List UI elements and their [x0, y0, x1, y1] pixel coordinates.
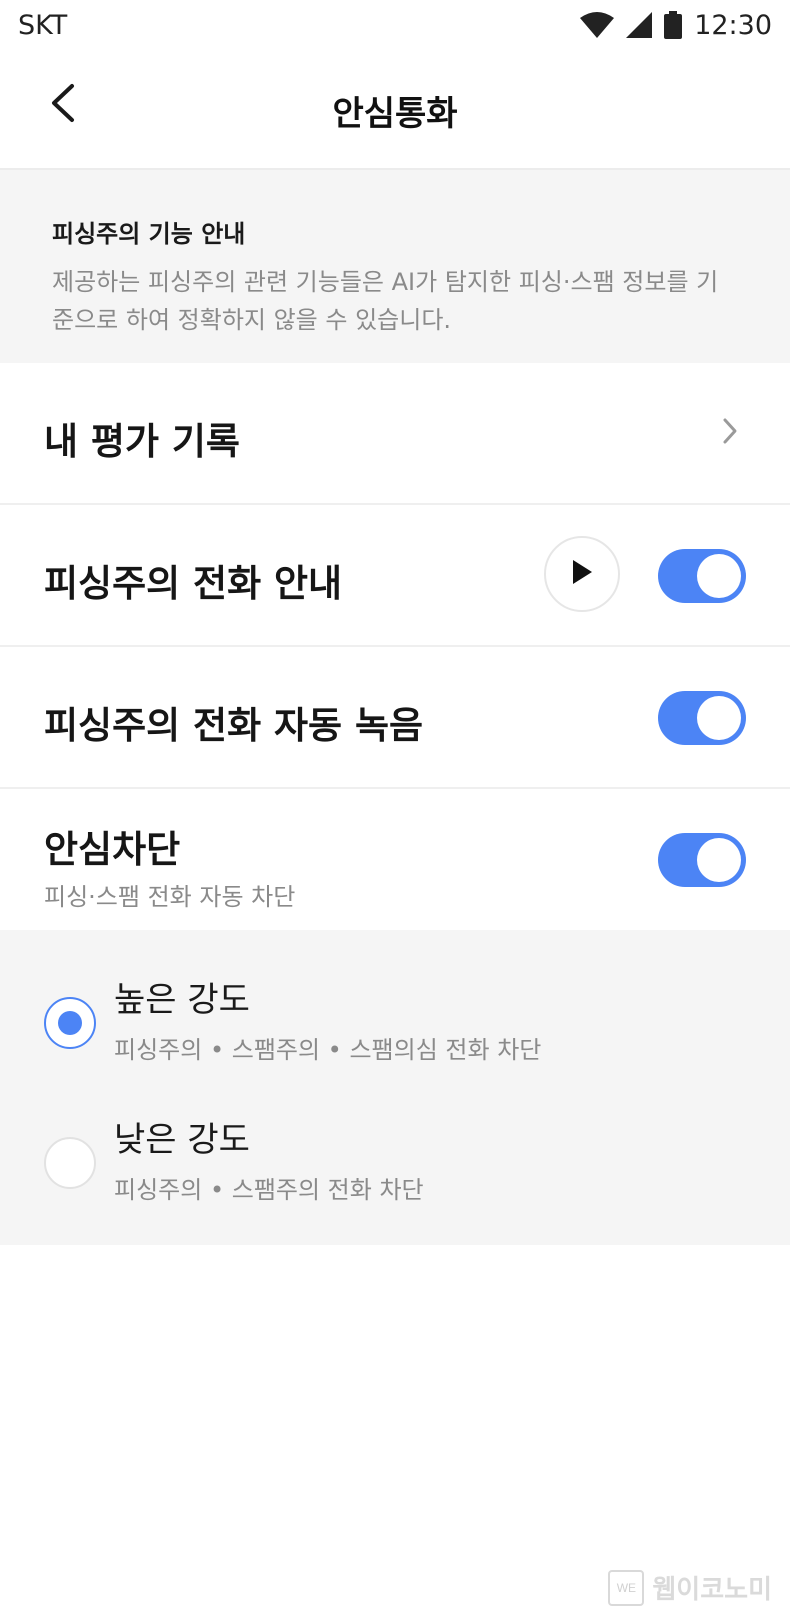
safe-block-label: 안심차단 [44, 828, 181, 871]
radio-dot [58, 1011, 82, 1035]
page-title: 안심통화 [332, 94, 458, 134]
option-high-label: 높은 강도 [114, 980, 250, 1020]
wifi-icon [580, 12, 615, 38]
auto-record-label: 피싱주의 전화 자동 녹음 [44, 704, 424, 747]
toggle-knob [697, 554, 741, 598]
option-high-strength[interactable]: 높은 강도 피싱주의 • 스팸주의 • 스팸의심 전화 차단 [0, 972, 790, 1082]
carrier-label: SKT [18, 9, 68, 41]
auto-record-toggle[interactable] [658, 691, 746, 745]
phishing-guide-row: 피싱주의 전화 안내 [0, 505, 790, 647]
clock: 12:30 [694, 9, 772, 41]
radio-high-selected[interactable] [44, 997, 96, 1049]
safe-block-row: 안심차단 피싱·스팸 전화 자동 차단 [0, 789, 790, 930]
app-header: 안심통화 [0, 50, 790, 170]
safe-block-toggle[interactable] [658, 833, 746, 887]
auto-record-row: 피싱주의 전화 자동 녹음 [0, 647, 790, 789]
watermark-logo: WE [608, 1569, 645, 1606]
phishing-guide-toggle[interactable] [658, 549, 746, 603]
option-high-desc: 피싱주의 • 스팸주의 • 스팸의심 전화 차단 [114, 1036, 542, 1064]
rating-history-row[interactable]: 내 평가 기록 [0, 363, 790, 505]
toggle-knob [697, 838, 741, 882]
chevron-right-icon[interactable] [722, 417, 738, 449]
option-low-label: 낮은 강도 [114, 1120, 250, 1160]
phishing-guide-label: 피싱주의 전화 안내 [44, 562, 343, 605]
block-strength-options: 높은 강도 피싱주의 • 스팸주의 • 스팸의심 전화 차단 낮은 강도 피싱주… [0, 930, 790, 1245]
option-low-desc: 피싱주의 • 스팸주의 전화 차단 [114, 1176, 424, 1204]
toggle-knob [697, 696, 741, 740]
play-preview-button[interactable] [544, 536, 620, 612]
play-icon [571, 559, 593, 589]
radio-low-unselected[interactable] [44, 1137, 96, 1189]
watermark: WE 웹이코노미 [608, 1569, 772, 1606]
signal-icon [626, 12, 653, 38]
rating-history-label: 내 평가 기록 [44, 420, 240, 463]
safe-block-subtitle: 피싱·스팸 전화 자동 차단 [44, 883, 296, 911]
notice-description: 제공하는 피싱주의 관련 기능들은 AI가 탐지한 피싱·스팸 정보를 기준으로… [52, 268, 719, 334]
phishing-notice: 피싱주의 기능 안내 제공하는 피싱주의 관련 기능들은 AI가 탐지한 피싱·… [0, 170, 790, 363]
battery-icon [664, 11, 683, 39]
option-low-strength[interactable]: 낮은 강도 피싱주의 • 스팸주의 전화 차단 [0, 1112, 790, 1222]
status-bar: SKT 12:30 [0, 0, 790, 50]
watermark-text: 웹이코노미 [652, 1575, 772, 1605]
status-icons: 12:30 [580, 10, 772, 41]
notice-title: 피싱주의 기능 안내 [52, 220, 246, 248]
